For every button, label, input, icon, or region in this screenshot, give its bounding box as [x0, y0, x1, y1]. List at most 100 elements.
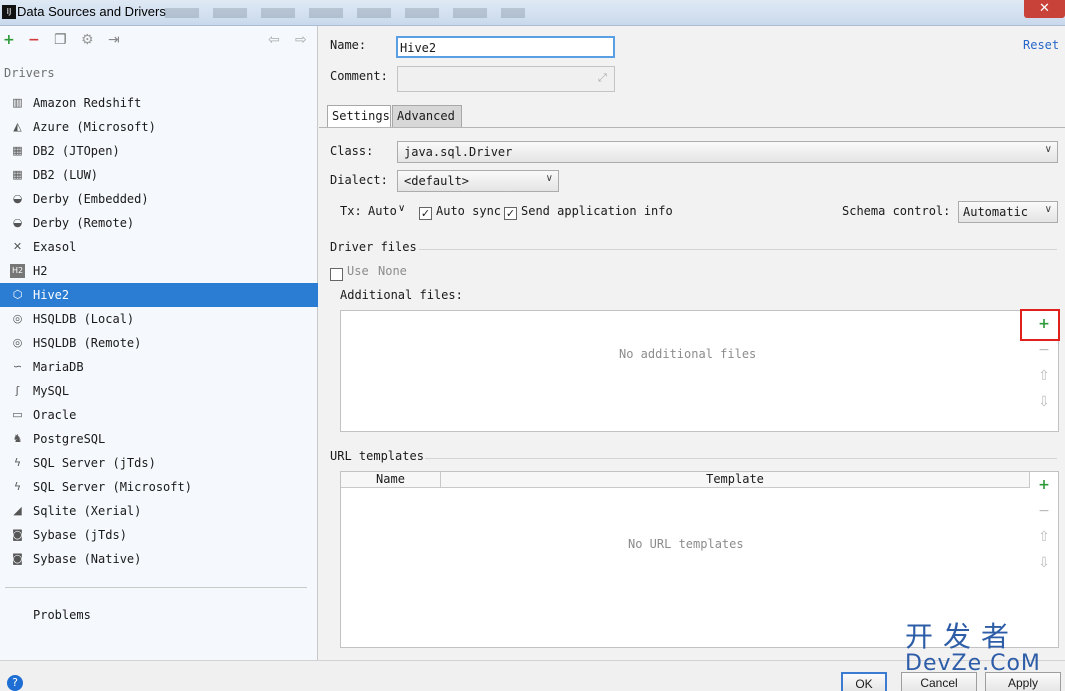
tab-settings[interactable]: Settings — [327, 105, 391, 127]
driver-item[interactable]: ∽ MariaDB — [0, 355, 318, 379]
use-checkbox[interactable] — [330, 268, 343, 281]
driver-item[interactable]: ♞ PostgreSQL — [0, 427, 318, 451]
window-title: Data Sources and Drivers — [17, 4, 166, 19]
expand-icon[interactable]: ⤢ — [598, 71, 607, 85]
chevron-down-icon[interactable]: ∨ — [398, 203, 405, 214]
driver-item[interactable]: ϟ SQL Server (Microsoft) — [0, 475, 318, 499]
driver-item-label: Hive2 — [33, 288, 70, 302]
empty-state-text: No additional files — [619, 347, 757, 361]
driver-item-label: Oracle — [33, 408, 77, 422]
sybase-icon: ◙ — [12, 552, 23, 565]
use-label: Use — [347, 264, 369, 278]
comment-field[interactable]: ⤢ — [397, 66, 615, 92]
driver-item[interactable]: ◎ HSQLDB (Local) — [0, 307, 318, 331]
export-icon[interactable]: ⇥ — [108, 32, 120, 48]
driver-item[interactable]: ▦ DB2 (LUW) — [0, 163, 318, 187]
problems-item[interactable]: Problems — [33, 608, 91, 622]
tx-label: Tx: — [340, 204, 362, 218]
auto-sync-label: Auto sync — [436, 204, 502, 218]
move-up-icon[interactable]: ⇧ — [1030, 526, 1058, 548]
driver-files-heading: Driver files — [330, 240, 417, 254]
divider — [425, 458, 1057, 459]
driver-item[interactable]: ◒ Derby (Embedded) — [0, 187, 318, 211]
move-down-icon[interactable]: ⇩ — [1030, 391, 1058, 413]
reset-link[interactable]: Reset — [1023, 38, 1059, 52]
class-value: java.sql.Driver — [404, 145, 513, 159]
schema-control-select[interactable]: Automatic ∨ — [958, 201, 1058, 223]
driver-item[interactable]: ◙ Sybase (Native) — [0, 547, 318, 571]
wrench-icon[interactable]: ⚙ — [81, 32, 94, 48]
tx-select[interactable]: Auto — [368, 204, 397, 218]
driver-item-label: Azure (Microsoft) — [33, 120, 156, 134]
remove-icon[interactable]: − — [28, 32, 40, 48]
forward-arrow-icon[interactable]: ⇨ — [295, 32, 307, 48]
move-up-icon[interactable]: ⇧ — [1030, 365, 1058, 387]
driver-item[interactable]: ▭ Oracle — [0, 403, 318, 427]
close-window-button[interactable]: ✕ — [1024, 0, 1065, 18]
driver-item[interactable]: ◎ HSQLDB (Remote) — [0, 331, 318, 355]
driver-item[interactable]: ◙ Sybase (jTds) — [0, 523, 318, 547]
dialect-value: <default> — [404, 174, 470, 188]
oracle-icon: ▭ — [12, 408, 23, 421]
driver-item[interactable]: ⬡ Hive2 — [0, 283, 318, 307]
azure-icon: ◭ — [13, 120, 22, 133]
driver-item-label: Sybase (jTds) — [33, 528, 127, 542]
sqlserver-icon: ϟ — [13, 456, 22, 469]
driver-item-label: SQL Server (jTds) — [33, 456, 156, 470]
class-select[interactable]: java.sql.Driver ∨ — [397, 141, 1058, 163]
divider — [419, 249, 1057, 250]
watermark-line1: 开发者 — [905, 620, 1020, 653]
comment-label: Comment: — [330, 69, 388, 83]
driver-item[interactable]: ◒ Derby (Remote) — [0, 211, 318, 235]
send-app-info-label: Send application info — [521, 204, 673, 218]
menu-bar-ghost — [165, 8, 525, 18]
duplicate-icon[interactable]: ❐ — [54, 32, 67, 48]
db2-icon: ▦ — [12, 168, 23, 181]
tab-divider — [319, 127, 1065, 128]
remove-file-icon[interactable]: − — [1030, 339, 1058, 361]
driver-item-label: DB2 (JTOpen) — [33, 144, 120, 158]
driver-item[interactable]: ʃ MySQL — [0, 379, 318, 403]
driver-item[interactable]: ▦ DB2 (JTOpen) — [0, 139, 318, 163]
watermark-line2: DevZe.CoM — [905, 651, 1041, 676]
add-icon[interactable]: + — [3, 32, 15, 48]
chevron-down-icon: ∨ — [1044, 204, 1052, 215]
ok-button[interactable]: OK — [841, 672, 887, 691]
driver-item-label: DB2 (LUW) — [33, 168, 99, 182]
schema-control-value: Automatic — [963, 205, 1029, 219]
use-value: None — [378, 264, 407, 278]
hsqldb-icon: ◎ — [12, 312, 23, 325]
column-header-name[interactable]: Name — [341, 472, 441, 488]
send-app-info-checkbox[interactable]: ✓ — [504, 207, 517, 220]
chevron-down-icon: ∨ — [545, 173, 553, 184]
driver-item[interactable]: H2 H2 — [0, 259, 318, 283]
tab-advanced[interactable]: Advanced — [392, 105, 462, 127]
driver-item[interactable]: ϟ SQL Server (jTds) — [0, 451, 318, 475]
back-arrow-icon[interactable]: ⇦ — [268, 32, 280, 48]
help-icon[interactable]: ? — [7, 675, 23, 691]
driver-item[interactable]: ◭ Azure (Microsoft) — [0, 115, 318, 139]
driver-item-label: Amazon Redshift — [33, 96, 142, 110]
driver-item[interactable]: ▥ Amazon Redshift — [0, 91, 318, 115]
mariadb-icon: ∽ — [12, 360, 23, 373]
driver-item[interactable]: ✕ Exasol — [0, 235, 318, 259]
move-down-icon[interactable]: ⇩ — [1030, 552, 1058, 574]
name-value: Hive2 — [400, 41, 437, 55]
driver-item[interactable]: ◢ Sqlite (Xerial) — [0, 499, 318, 523]
remove-template-icon[interactable]: − — [1030, 500, 1058, 522]
url-templates-heading: URL templates — [330, 449, 424, 463]
auto-sync-checkbox[interactable]: ✓ — [419, 207, 432, 220]
column-header-template[interactable]: Template — [441, 472, 1030, 488]
driver-item-label: Exasol — [33, 240, 77, 254]
add-template-icon[interactable]: + — [1030, 474, 1058, 496]
redshift-icon: ▥ — [12, 96, 23, 109]
dialect-label: Dialect: — [330, 173, 388, 187]
dialect-select[interactable]: <default> ∨ — [397, 170, 559, 192]
highlight-box — [1020, 309, 1060, 341]
additional-files-list[interactable]: No additional files + − ⇧ ⇩ — [340, 310, 1059, 432]
sybase-icon: ◙ — [12, 528, 23, 541]
drivers-section-label: Drivers — [4, 66, 55, 80]
empty-state-text: No URL templates — [628, 537, 744, 551]
hsqldb-icon: ◎ — [12, 336, 23, 349]
name-field[interactable]: Hive2 — [396, 36, 615, 58]
